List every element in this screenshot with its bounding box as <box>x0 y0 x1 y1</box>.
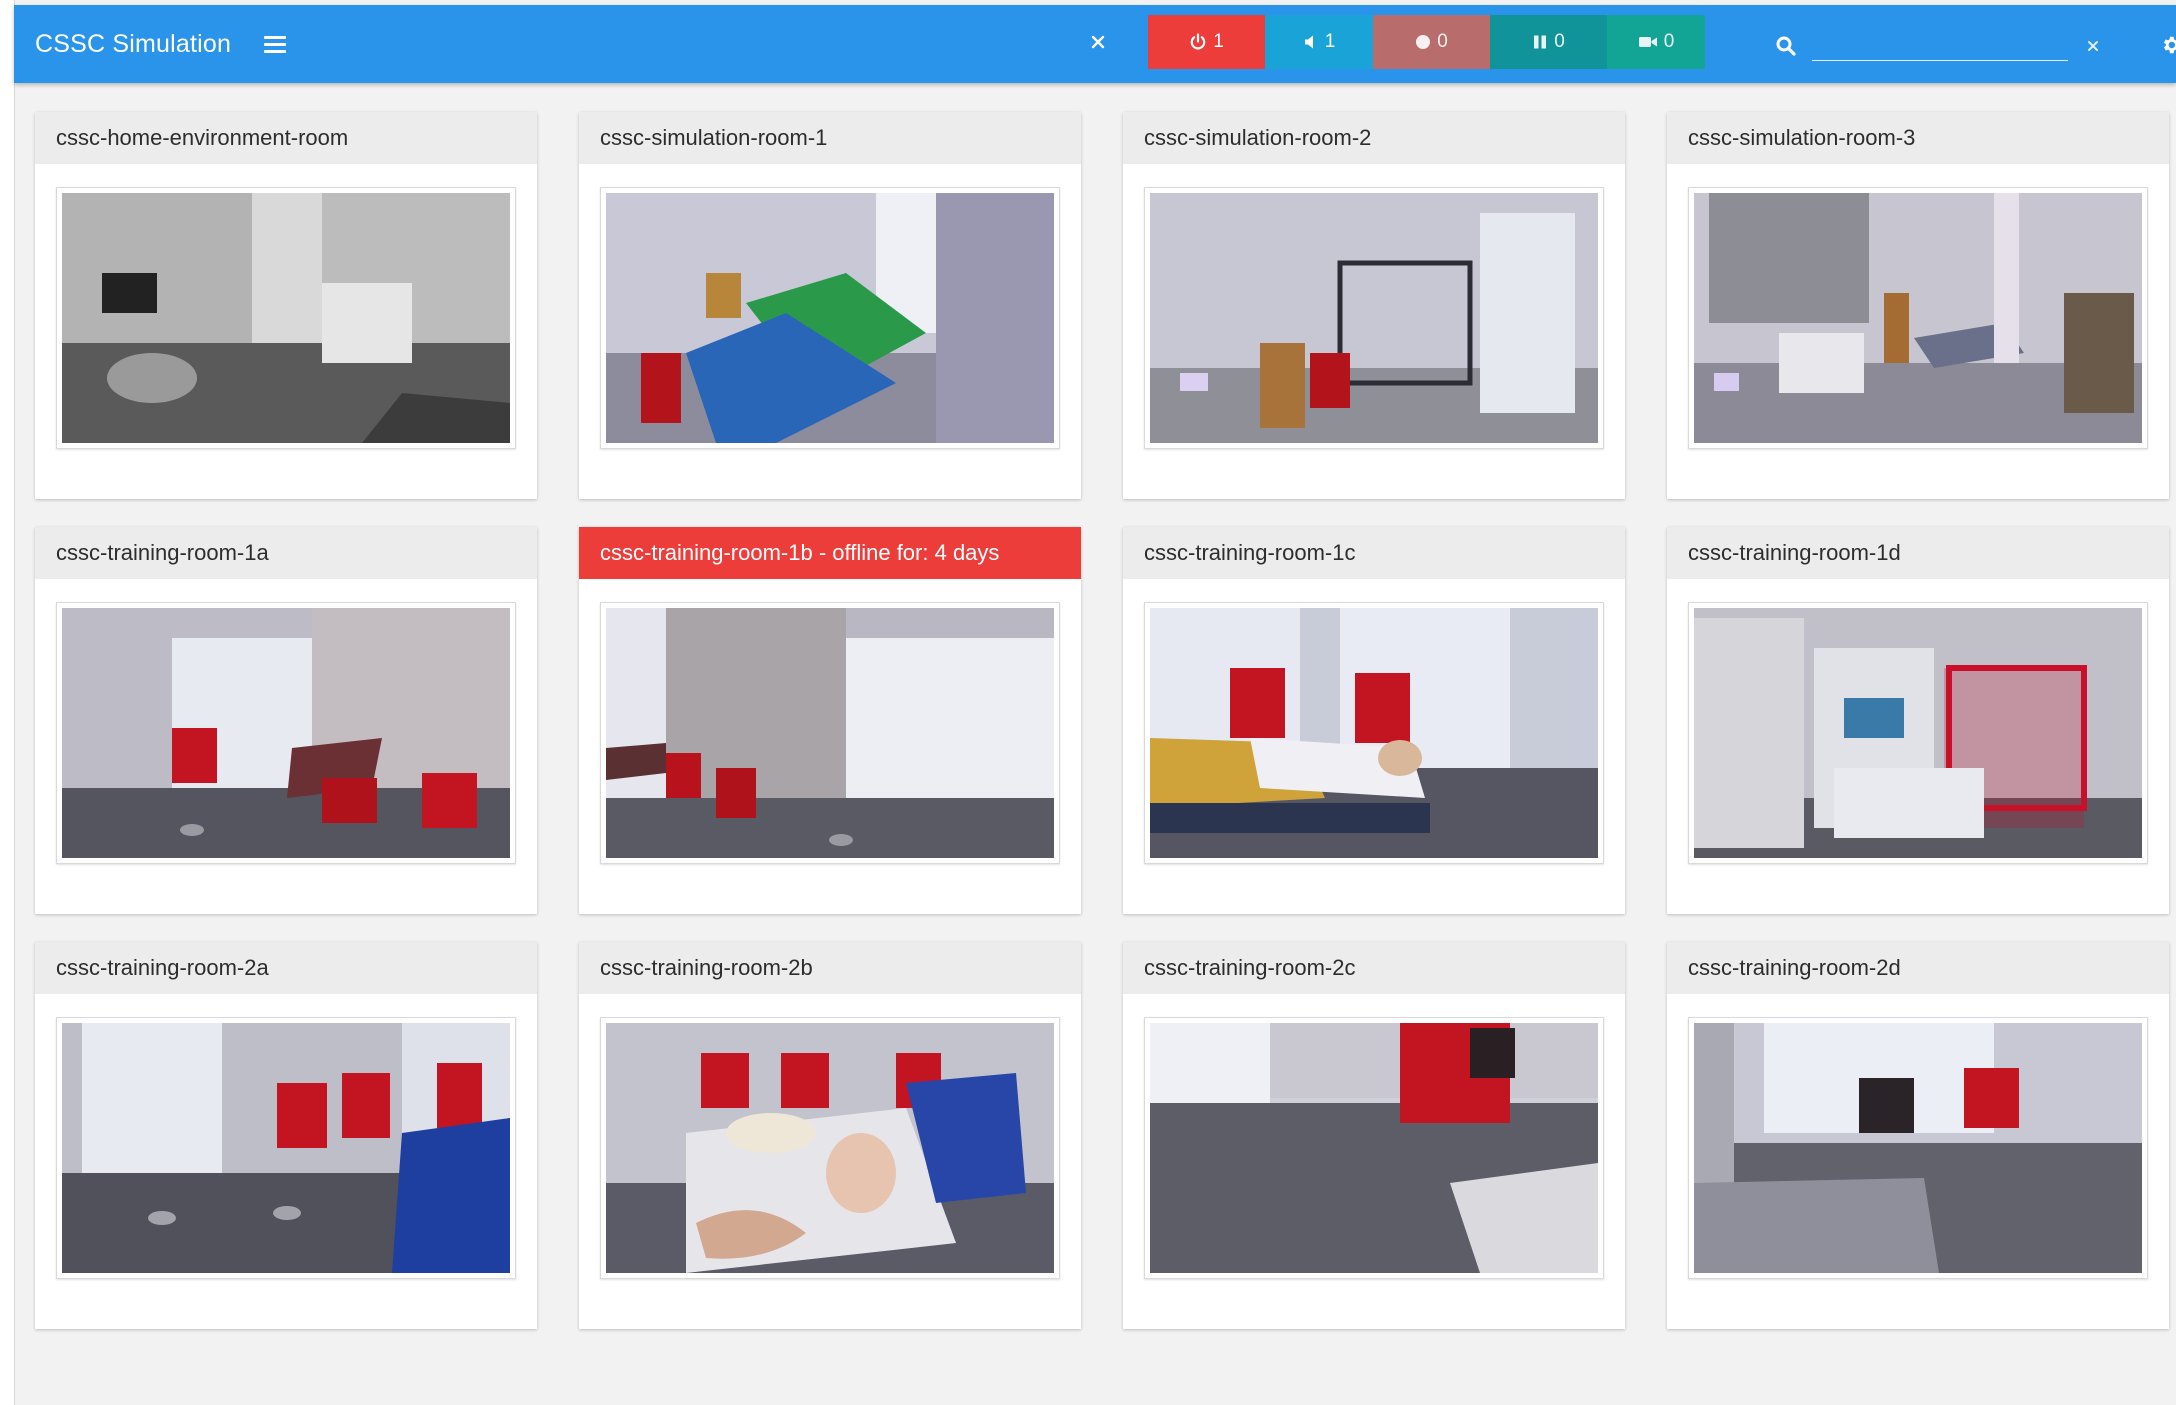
camera-feed-image <box>1150 608 1598 858</box>
room-card: cssc-training-room-2c <box>1123 942 1625 1329</box>
sound-count: 1 <box>1324 31 1336 52</box>
room-card: cssc-training-room-1a <box>35 527 537 914</box>
camera-thumbnail[interactable] <box>1144 1017 1604 1279</box>
room-card: cssc-home-environment-room <box>35 112 537 499</box>
room-title: cssc-simulation-room-2 <box>1123 112 1625 164</box>
room-card: cssc-training-room-1c <box>1123 527 1625 914</box>
camera-thumbnail[interactable] <box>600 1017 1060 1279</box>
power-count: 1 <box>1213 31 1224 52</box>
hamburger-menu-icon[interactable] <box>264 36 286 54</box>
room-card: cssc-simulation-room-1 <box>579 112 1081 499</box>
camera-feed-image <box>1150 193 1598 443</box>
room-title: cssc-simulation-room-1 <box>579 112 1081 164</box>
pause-icon <box>1534 35 1547 49</box>
room-title: cssc-training-room-2c <box>1123 942 1625 994</box>
search-input[interactable] <box>1812 27 2068 61</box>
power-icon <box>1190 33 1206 50</box>
room-card: cssc-training-room-1b - offline for: 4 d… <box>579 527 1081 914</box>
camera-thumbnail[interactable] <box>56 1017 516 1279</box>
camera-filter-button[interactable]: 0 <box>1607 15 1705 69</box>
search-clear-icon[interactable] <box>2085 38 2101 54</box>
record-icon <box>1416 35 1431 49</box>
speaker-icon <box>1304 35 1313 49</box>
top-bar: CSSC Simulation 1 1 0 0 0 <box>14 5 2176 83</box>
camera-feed-image <box>1694 1023 2142 1273</box>
clear-filter-button[interactable] <box>1048 15 1148 69</box>
camera-thumbnail[interactable] <box>1144 602 1604 864</box>
camera-thumbnail[interactable] <box>56 187 516 449</box>
record-filter-button[interactable]: 0 <box>1373 15 1490 69</box>
room-title: cssc-training-room-1c <box>1123 527 1625 579</box>
camera-thumbnail[interactable] <box>1144 187 1604 449</box>
record-count: 0 <box>1437 31 1448 52</box>
status-toolbar: 1 1 0 0 0 <box>1048 15 1705 69</box>
camera-feed-image <box>606 608 1054 858</box>
room-title: cssc-simulation-room-3 <box>1667 112 2169 164</box>
camera-feed-image <box>62 608 510 858</box>
gear-icon[interactable] <box>2160 34 2176 56</box>
room-card: cssc-simulation-room-2 <box>1123 112 1625 499</box>
pause-count: 0 <box>1554 31 1565 52</box>
camera-thumbnail[interactable] <box>600 187 1060 449</box>
camera-feed-image <box>1694 608 2142 858</box>
camera-feed-image <box>62 193 510 443</box>
camera-thumbnail[interactable] <box>1688 187 2148 449</box>
room-card: cssc-training-room-2b <box>579 942 1081 1329</box>
room-title-offline: cssc-training-room-1b - offline for: 4 d… <box>579 527 1081 579</box>
camera-thumbnail[interactable] <box>600 602 1060 864</box>
room-card: cssc-simulation-room-3 <box>1667 112 2169 499</box>
camera-thumbnail[interactable] <box>1688 1017 2148 1279</box>
camera-feed-image <box>606 1023 1054 1273</box>
search-icon[interactable] <box>1775 35 1797 57</box>
room-card: cssc-training-room-1d <box>1667 527 2169 914</box>
room-title: cssc-training-room-1d <box>1667 527 2169 579</box>
camera-thumbnail[interactable] <box>1688 602 2148 864</box>
camera-thumbnail[interactable] <box>56 602 516 864</box>
room-title: cssc-training-room-2d <box>1667 942 2169 994</box>
room-title: cssc-training-room-2b <box>579 942 1081 994</box>
camera-feed-image <box>1694 193 2142 443</box>
room-card: cssc-training-room-2a <box>35 942 537 1329</box>
room-card: cssc-training-room-2d <box>1667 942 2169 1329</box>
app-title: CSSC Simulation <box>35 30 232 58</box>
room-title: cssc-training-room-2a <box>35 942 537 994</box>
camera-feed-image <box>1150 1023 1598 1273</box>
room-title: cssc-home-environment-room <box>35 112 537 164</box>
video-camera-icon <box>1638 37 1657 47</box>
sound-filter-button[interactable]: 1 <box>1265 15 1373 69</box>
pause-filter-button[interactable]: 0 <box>1490 15 1607 69</box>
camera-count: 0 <box>1663 31 1675 52</box>
camera-feed-image <box>606 193 1054 443</box>
room-title: cssc-training-room-1a <box>35 527 537 579</box>
close-icon <box>1091 35 1105 49</box>
power-filter-button[interactable]: 1 <box>1148 15 1265 69</box>
camera-feed-image <box>62 1023 510 1273</box>
